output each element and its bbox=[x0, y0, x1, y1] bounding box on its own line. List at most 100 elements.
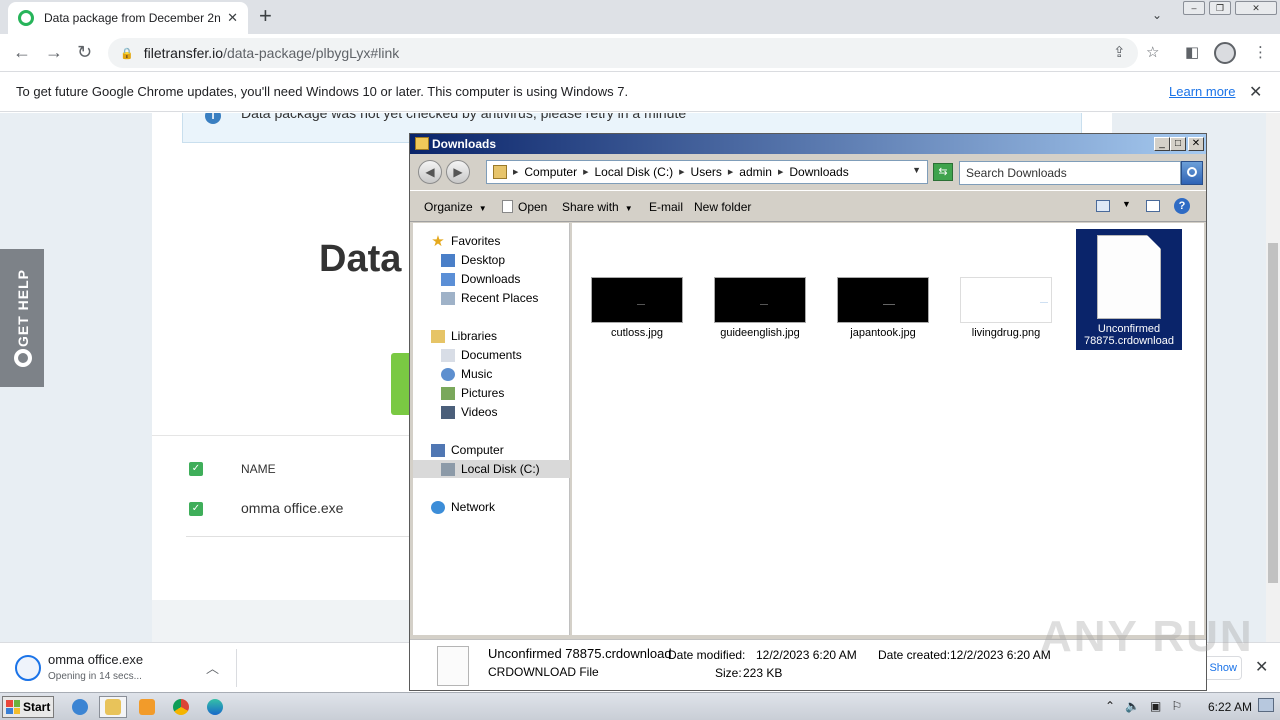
chevron-up-icon[interactable]: ︿ bbox=[206, 658, 219, 677]
nav-pictures[interactable]: Pictures bbox=[441, 384, 504, 402]
file-item[interactable]: japantook.jpg bbox=[830, 277, 936, 339]
bookmark-star-icon[interactable]: ☆ bbox=[1146, 43, 1159, 61]
organize-menu[interactable]: Organize ▼ bbox=[424, 200, 487, 214]
breadcrumb-admin[interactable]: admin bbox=[739, 165, 772, 179]
scrollbar-thumb[interactable] bbox=[1268, 243, 1278, 583]
search-icon[interactable] bbox=[1181, 161, 1203, 185]
document-icon bbox=[502, 200, 513, 213]
page-scrollbar[interactable] bbox=[1266, 113, 1280, 642]
file-checkbox[interactable]: ✓ bbox=[189, 502, 203, 516]
nav-favorites[interactable]: ★ Favorites bbox=[431, 232, 500, 250]
taskbar-clock[interactable]: 6:22 AM bbox=[1208, 700, 1252, 714]
image-thumbnail bbox=[960, 277, 1052, 323]
tray-expand-icon[interactable]: ⌃ bbox=[1105, 699, 1115, 713]
close-window-button[interactable]: ✕ bbox=[1235, 1, 1277, 15]
view-dropdown-icon[interactable]: ▼ bbox=[1122, 199, 1131, 209]
explorer-back-icon[interactable]: ◀ bbox=[418, 160, 442, 184]
file-item-label: guideenglish.jpg bbox=[720, 327, 800, 339]
share-icon[interactable]: ⇪ bbox=[1113, 43, 1126, 61]
minimize-window-button[interactable]: – bbox=[1183, 1, 1205, 15]
site-favicon-icon bbox=[18, 10, 34, 26]
details-file-name: Unconfirmed 78875.crdownload bbox=[488, 646, 672, 661]
get-help-tab[interactable]: GET HELP bbox=[0, 249, 44, 387]
reload-icon[interactable]: ↻ bbox=[77, 42, 92, 62]
menu-kebab-icon[interactable]: ⋮ bbox=[1253, 43, 1268, 61]
file-name[interactable]: omma office.exe bbox=[241, 500, 343, 516]
address-dropdown-icon[interactable]: ▼ bbox=[912, 165, 921, 175]
nav-recent-places[interactable]: Recent Places bbox=[441, 289, 538, 307]
back-arrow-icon[interactable]: ← bbox=[13, 42, 31, 62]
select-all-checkbox[interactable]: ✓ bbox=[189, 462, 203, 476]
libraries-icon bbox=[431, 329, 445, 343]
explorer-forward-icon[interactable]: ▶ bbox=[446, 160, 470, 184]
new-folder-button[interactable]: New folder bbox=[694, 200, 751, 214]
address-bar[interactable]: 🔒 filetransfer.io/data-package/plbygLyx#… bbox=[108, 38, 1138, 68]
nav-computer[interactable]: Computer bbox=[431, 441, 504, 459]
nav-libraries[interactable]: Libraries bbox=[431, 327, 497, 345]
file-item-label: livingdrug.png bbox=[971, 327, 1041, 339]
file-item-selected[interactable]: Unconfirmed 78875.crdownload bbox=[1076, 229, 1182, 350]
forward-arrow-icon[interactable]: → bbox=[45, 42, 63, 62]
explorer-address-row: ◀ ▶ ▶ Computer ▶ Local Disk (C:) ▶ Users… bbox=[410, 154, 1206, 188]
taskbar-chrome[interactable] bbox=[167, 696, 195, 718]
name-column-header: NAME bbox=[241, 462, 276, 476]
nav-documents[interactable]: Documents bbox=[441, 346, 522, 364]
network-icon[interactable]: ▣ bbox=[1150, 699, 1161, 713]
breadcrumb-arrow-icon: ▶ bbox=[583, 169, 589, 176]
lifebuoy-icon bbox=[14, 349, 32, 367]
breadcrumb-local-disk[interactable]: Local Disk (C:) bbox=[594, 165, 673, 179]
nav-local-disk[interactable]: Local Disk (C:) bbox=[413, 460, 570, 478]
nav-downloads[interactable]: Downloads bbox=[441, 270, 520, 288]
file-item[interactable]: livingdrug.png bbox=[953, 277, 1059, 339]
nav-network[interactable]: Network bbox=[431, 498, 495, 516]
explorer-close-button[interactable]: ✕ bbox=[1188, 137, 1204, 151]
tab-strip: Data package from December 2nd. · ✕ + ⌄ … bbox=[0, 0, 1280, 34]
explorer-minimize-button[interactable]: _ bbox=[1154, 137, 1170, 151]
details-size-value: 223 KB bbox=[743, 666, 783, 680]
preview-pane-icon[interactable] bbox=[1146, 200, 1160, 212]
shelf-close-icon[interactable]: ✕ bbox=[1255, 657, 1268, 677]
new-tab-button[interactable]: + bbox=[259, 4, 272, 28]
nav-desktop[interactable]: Desktop bbox=[441, 251, 505, 269]
nav-music[interactable]: Music bbox=[441, 365, 492, 383]
restore-window-button[interactable]: ❐ bbox=[1209, 1, 1231, 15]
internet-explorer-icon bbox=[72, 699, 88, 715]
nav-videos[interactable]: Videos bbox=[441, 403, 497, 421]
side-panel-icon[interactable]: ◧ bbox=[1185, 43, 1199, 61]
action-center-flag-icon[interactable]: ⚐ bbox=[1171, 699, 1182, 713]
taskbar-edge[interactable] bbox=[201, 696, 229, 718]
explorer-titlebar[interactable]: Downloads _ □ ✕ bbox=[410, 134, 1206, 154]
profile-avatar[interactable] bbox=[1214, 42, 1236, 64]
infobar-close-icon[interactable]: ✕ bbox=[1249, 82, 1262, 102]
taskbar-explorer[interactable] bbox=[99, 696, 127, 718]
breadcrumb-computer[interactable]: Computer bbox=[524, 165, 577, 179]
browser-tab[interactable]: Data package from December 2nd. · ✕ bbox=[8, 2, 248, 34]
learn-more-link[interactable]: Learn more bbox=[1169, 84, 1235, 99]
email-button[interactable]: E-mail bbox=[649, 200, 683, 214]
show-desktop-button[interactable] bbox=[1258, 698, 1274, 712]
change-view-icon[interactable] bbox=[1096, 200, 1110, 212]
explorer-window: Downloads _ □ ✕ ◀ ▶ ▶ Computer ▶ Local D… bbox=[409, 133, 1207, 691]
open-button[interactable]: Open bbox=[502, 200, 547, 214]
folder-icon bbox=[105, 699, 121, 715]
explorer-address-bar[interactable]: ▶ Computer ▶ Local Disk (C:) ▶ Users ▶ a… bbox=[486, 160, 928, 184]
download-item-name[interactable]: omma office.exe bbox=[48, 652, 143, 667]
file-item[interactable]: guideenglish.jpg bbox=[707, 277, 813, 339]
download-button[interactable] bbox=[391, 353, 411, 415]
document-icon bbox=[437, 646, 469, 686]
taskbar-media[interactable] bbox=[133, 696, 161, 718]
help-icon[interactable]: ? bbox=[1174, 198, 1190, 214]
volume-icon[interactable]: 🔈 bbox=[1125, 699, 1140, 713]
taskbar-ie[interactable] bbox=[66, 696, 94, 718]
tab-close-icon[interactable]: ✕ bbox=[227, 10, 238, 26]
download-file-icon bbox=[15, 655, 41, 681]
tab-search-chevron-icon[interactable]: ⌄ bbox=[1152, 8, 1162, 22]
explorer-search-input[interactable]: Search Downloads bbox=[959, 161, 1181, 185]
breadcrumb-downloads[interactable]: Downloads bbox=[789, 165, 848, 179]
share-with-menu[interactable]: Share with ▼ bbox=[562, 200, 633, 214]
explorer-maximize-button[interactable]: □ bbox=[1170, 137, 1186, 151]
file-item[interactable]: cutloss.jpg bbox=[584, 277, 690, 339]
start-button[interactable]: Start bbox=[2, 696, 54, 718]
refresh-icon[interactable]: ⇆ bbox=[933, 163, 953, 181]
breadcrumb-users[interactable]: Users bbox=[691, 165, 722, 179]
